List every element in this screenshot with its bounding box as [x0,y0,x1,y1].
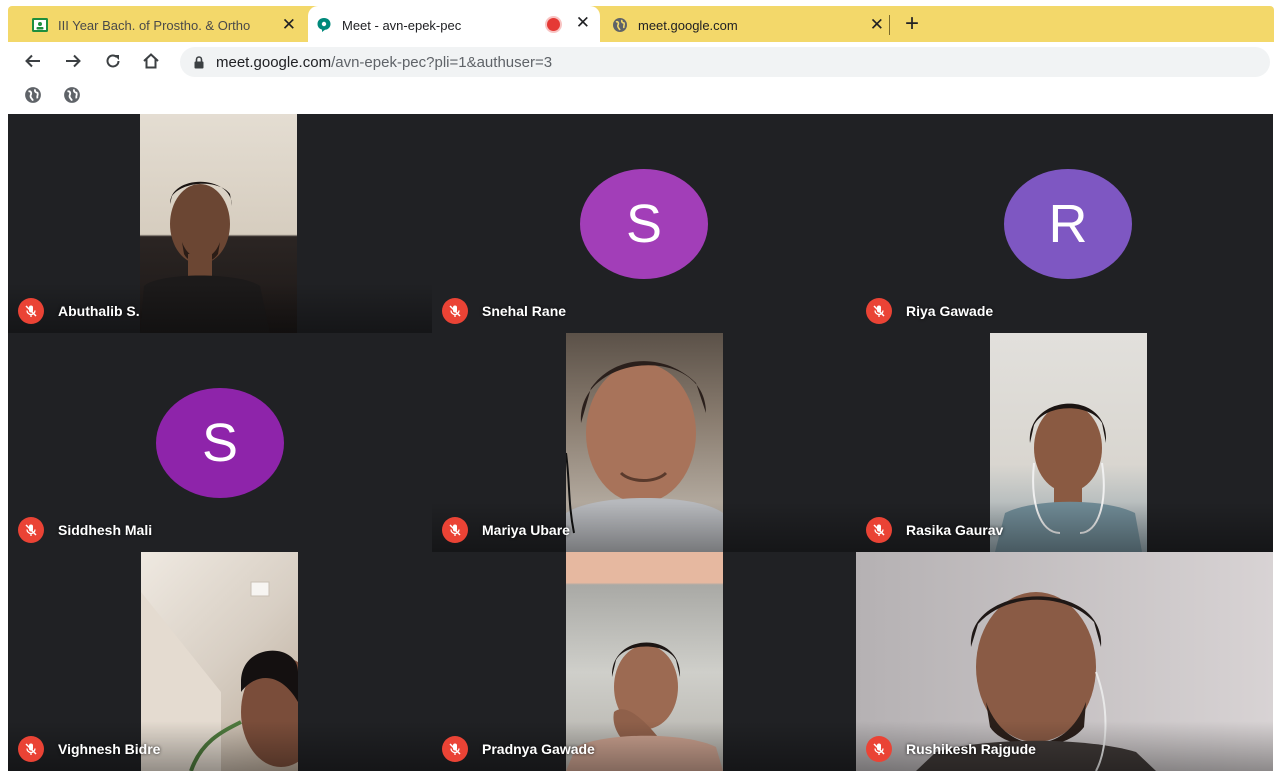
participant-avatar: R [1004,169,1132,279]
tab-title: III Year Bach. of Prostho. & Ortho [58,17,251,33]
lock-icon [194,55,204,69]
participant-tile[interactable]: S Siddhesh Mali [8,333,432,552]
participant-avatar: S [580,169,708,279]
mic-off-icon [866,736,892,762]
close-tab-icon[interactable]: ✕ [576,14,590,32]
reload-icon [106,54,120,68]
participant-name: Vighnesh Bidre [58,741,161,757]
participant-name: Pradnya Gawade [482,741,595,757]
participant-label: Snehal Rane [442,298,566,324]
home-button[interactable] [138,48,164,74]
mic-off-icon [18,517,44,543]
participant-tile[interactable]: Abuthalib S. [8,114,432,333]
forward-button[interactable] [60,48,86,74]
tab-classroom[interactable]: III Year Bach. of Prostho. & Ortho ✕ [24,8,306,42]
globe-icon[interactable] [24,86,42,104]
participant-label: Mariya Ubare [442,517,570,543]
arrow-right-icon [66,54,81,68]
url-host: meet.google.com [216,53,332,71]
tab-title: Meet - avn-epek-pec [342,17,462,33]
home-icon [143,53,159,69]
participant-label: Rushikesh Rajgude [866,736,1036,762]
participant-avatar: S [156,388,284,498]
tab-strip: III Year Bach. of Prostho. & Ortho ✕ Mee… [0,0,1277,44]
participant-label: Vighnesh Bidre [18,736,160,762]
globe-icon [612,17,628,33]
participant-label: Pradnya Gawade [442,736,595,762]
participant-tile[interactable]: Pradnya Gawade [432,552,856,771]
browser-toolbar: meet.google.com/avn-epek-pec?pli=1&authu… [0,44,1277,80]
participant-name: Snehal Rane [482,303,567,319]
mic-off-icon [866,298,892,324]
new-tab-button[interactable]: + [905,10,919,38]
participant-name: Rasika Gaurav [906,522,1004,538]
mic-off-icon [442,517,468,543]
participant-name: Riya Gawade [906,303,994,319]
meet-video-grid: Abuthalib S. S Snehal Rane R Riya Gawade… [8,114,1273,771]
participant-tile[interactable]: Rasika Gaurav [856,333,1273,552]
globe-icon[interactable] [63,86,81,104]
mic-off-icon [866,517,892,543]
close-tab-icon[interactable]: ✕ [282,16,296,34]
tab-meet-home[interactable]: meet.google.com ✕ [604,8,894,42]
participant-tile[interactable]: Vighnesh Bidre [8,552,432,771]
back-button[interactable] [20,48,46,74]
participant-name: Abuthalib S. [58,303,140,319]
participant-tile[interactable]: Rushikesh Rajgude [856,552,1273,771]
participant-tile[interactable]: R Riya Gawade [856,114,1273,333]
participant-tile[interactable]: S Snehal Rane [432,114,856,333]
participant-label: Abuthalib S. [18,298,140,324]
participant-name: Rushikesh Rajgude [906,741,1036,757]
mic-off-icon [442,736,468,762]
participant-label: Rasika Gaurav [866,517,1003,543]
bookmarks-bar [0,80,1277,112]
meet-icon [316,17,332,33]
address-bar[interactable]: meet.google.com/avn-epek-pec?pli=1&authu… [180,47,1270,77]
participant-name: Siddhesh Mali [58,522,153,538]
tab-separator [889,15,890,35]
participant-tile[interactable]: Mariya Ubare [432,333,856,552]
reload-button[interactable] [100,48,126,74]
participant-name: Mariya Ubare [482,522,570,538]
tab-title: meet.google.com [638,17,738,33]
mic-off-icon [18,736,44,762]
close-tab-icon[interactable]: ✕ [870,16,884,34]
url-path: /avn-epek-pec?pli=1&authuser=3 [331,53,553,71]
participant-label: Riya Gawade [866,298,993,324]
mic-off-icon [18,298,44,324]
recording-indicator-icon [547,18,560,31]
tab-meet[interactable]: Meet - avn-epek-pec ✕ [308,6,600,44]
participant-label: Siddhesh Mali [18,517,152,543]
arrow-left-icon [25,54,40,68]
mic-off-icon [442,298,468,324]
classroom-icon [32,17,48,33]
